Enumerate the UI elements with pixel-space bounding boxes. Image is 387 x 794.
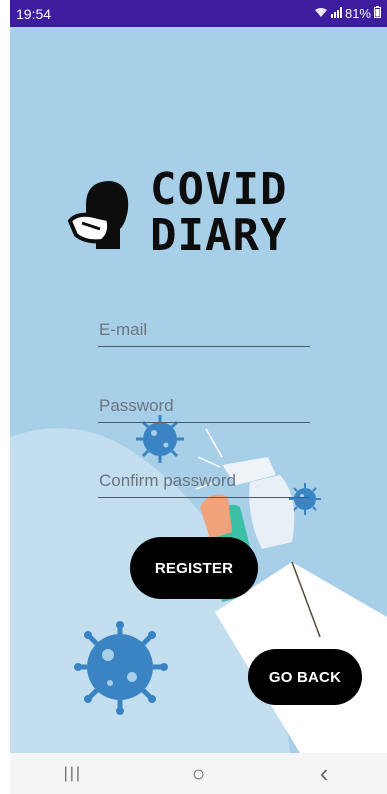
app-title: COVID DIARY: [150, 167, 350, 259]
system-nav-bar: ||| ○ ‹: [10, 753, 387, 794]
status-indicators: 81%: [314, 6, 381, 21]
back-button[interactable]: ‹: [304, 758, 344, 789]
confirm-password-field[interactable]: [98, 468, 310, 498]
wifi-icon: [314, 7, 328, 21]
home-button[interactable]: ○: [178, 759, 218, 789]
app-title-line1: COVID: [150, 164, 288, 215]
app-title-line2: DIARY: [150, 210, 288, 261]
go-back-button[interactable]: GO BACK: [248, 649, 362, 705]
home-icon: ○: [191, 760, 206, 786]
status-bar: 19:54 81%: [10, 0, 387, 27]
register-screen: COVID DIARY REGISTER GO BACK: [10, 27, 387, 753]
status-time: 19:54: [16, 5, 52, 22]
back-icon: ‹: [319, 758, 329, 788]
signal-icon: [330, 6, 342, 21]
password-field[interactable]: [98, 393, 310, 423]
battery-icon: [374, 6, 381, 21]
virus-icon-3: [74, 621, 168, 715]
masked-head-icon: [68, 181, 129, 249]
battery-level: 81%: [344, 6, 371, 21]
recents-icon: |||: [63, 764, 83, 782]
background-illustration: [10, 415, 387, 753]
register-button[interactable]: REGISTER: [130, 537, 258, 599]
recents-button[interactable]: |||: [53, 759, 93, 789]
app-logo: COVID DIARY: [68, 167, 343, 267]
email-field[interactable]: [98, 317, 310, 347]
